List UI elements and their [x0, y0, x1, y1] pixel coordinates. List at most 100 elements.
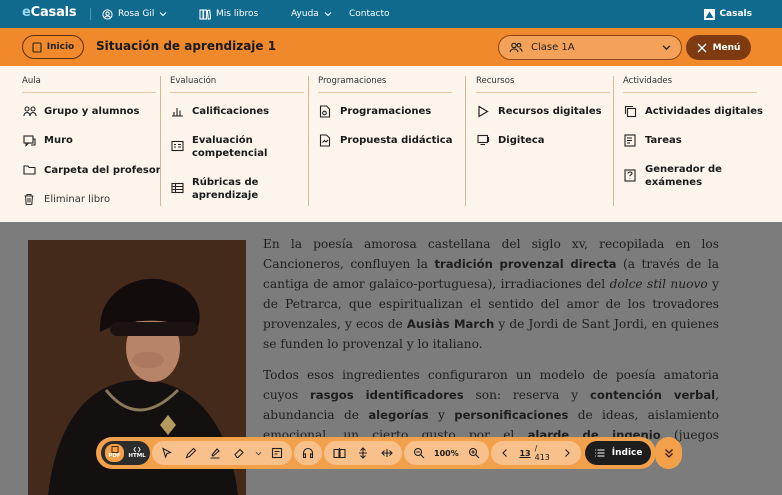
group-icon: [509, 42, 523, 53]
bar-chart-icon: [171, 105, 184, 118]
menu-item-evaluacion-competencial[interactable]: Evaluación competencial: [171, 134, 291, 160]
format-switch[interactable]: PDF HTML: [101, 441, 151, 465]
reader-toolbar: PDF HTML 100% 13 / 413 Índice: [96, 437, 656, 469]
paragraph-1: En la poesía amorosa castellana del sigl…: [263, 237, 720, 351]
menu-item-calificaciones[interactable]: Calificaciones: [171, 105, 269, 118]
menu-col-evaluacion: Evaluación: [170, 76, 304, 93]
pdf-format-button[interactable]: PDF: [105, 444, 124, 462]
menu-item-rubricas[interactable]: Rúbricas de aprendizaje: [171, 176, 291, 202]
evaluation-card-icon: [171, 140, 184, 153]
user-icon: [102, 8, 113, 20]
bold-term: personificaciones: [454, 408, 569, 422]
double-chevron-down-icon: [664, 447, 674, 459]
audio-tool: [294, 441, 323, 465]
fit-width-icon[interactable]: [378, 444, 396, 462]
menu-col-recursos: Recursos: [476, 76, 610, 93]
column-divider: [308, 76, 309, 206]
total-pages: / 413: [534, 444, 550, 462]
chevron-down-icon: [662, 43, 671, 52]
casals-logo-icon: [704, 8, 716, 20]
menu-item-muro[interactable]: Muro: [23, 134, 73, 147]
people-icon: [23, 105, 37, 118]
trash-icon: [23, 193, 36, 206]
menu-item-actividades-digitales[interactable]: Actividades digitales: [624, 105, 763, 118]
menu-button[interactable]: Menú: [686, 35, 751, 60]
menu-heading-aula: Aula: [22, 76, 156, 93]
annotation-tools: [152, 441, 293, 465]
zoom-tools: 100%: [404, 441, 489, 465]
user-menu[interactable]: Rosa Gil: [102, 0, 167, 28]
inicio-button[interactable]: Inicio: [22, 35, 84, 59]
task-list-icon: [624, 134, 637, 147]
exam-icon: [624, 169, 637, 182]
column-divider: [613, 76, 614, 206]
page-navigation: 13 / 413: [490, 441, 582, 465]
bold-term: tradición provenzal directa: [434, 257, 617, 271]
user-name: Rosa Gil: [118, 9, 155, 19]
eraser-icon[interactable]: [230, 444, 248, 462]
books-icon: [199, 8, 211, 20]
html-format-button[interactable]: HTML: [128, 446, 146, 460]
column-divider: [465, 76, 466, 206]
ecasals-logo[interactable]: eCasals: [22, 5, 77, 20]
folder-icon: [23, 164, 36, 177]
bold-term: alegorías: [368, 408, 429, 422]
current-page-input[interactable]: 13: [519, 449, 530, 458]
contacto-link[interactable]: Contacto: [349, 0, 390, 28]
chevron-down-icon[interactable]: [254, 444, 262, 462]
ayuda-menu[interactable]: Ayuda: [291, 0, 332, 28]
menu-item-tareas[interactable]: Tareas: [624, 134, 682, 147]
document-icon: [319, 134, 332, 147]
menu-col-actividades: Actividades: [623, 76, 757, 93]
menu-item-carpeta-profesor[interactable]: Carpeta del profesor: [23, 164, 161, 177]
casals-brand[interactable]: Casals: [704, 0, 752, 28]
menu-item-eliminar-libro[interactable]: Eliminar libro: [23, 193, 110, 206]
fit-height-icon[interactable]: [354, 444, 372, 462]
column-divider: [160, 76, 161, 206]
monitor-icon: [477, 134, 490, 147]
view-tools: [324, 441, 403, 465]
chevron-left-icon[interactable]: [497, 444, 514, 462]
topbar-divider: [90, 8, 91, 20]
menu-heading-actividades: Actividades: [623, 76, 757, 93]
menu-item-generador-examenes[interactable]: Generador de exámenes: [624, 163, 744, 189]
zoom-level: 100%: [434, 448, 459, 458]
mis-libros-link[interactable]: Mis libros: [199, 0, 258, 28]
italic-term: dolce stil nuovo: [609, 277, 708, 291]
menu-panel: Aula Grupo y alumnos Muro Carpeta del pr…: [0, 66, 782, 222]
chevron-down-icon: [324, 10, 332, 18]
pencil-icon[interactable]: [182, 444, 200, 462]
copy-icon: [624, 105, 637, 118]
cursor-icon[interactable]: [158, 444, 176, 462]
highlighter-icon[interactable]: [206, 444, 224, 462]
top-bar: eCasals Rosa Gil Mis libros Ayuda Contac…: [0, 0, 782, 28]
chat-icon: [23, 134, 36, 147]
indice-button[interactable]: Índice: [585, 441, 651, 465]
page-indicator: 13 / 413: [519, 444, 552, 462]
note-icon[interactable]: [268, 444, 286, 462]
headphones-icon[interactable]: [299, 444, 317, 462]
menu-heading-programaciones: Programaciones: [318, 76, 452, 93]
book-header: Inicio Situación de aprendizaje 1 Clase …: [0, 28, 782, 66]
page-title: Situación de aprendizaje 1: [96, 39, 277, 53]
menu-item-digiteca[interactable]: Digiteca: [477, 134, 545, 147]
bold-term: Ausiàs March: [406, 317, 495, 331]
zoom-in-icon[interactable]: [465, 444, 483, 462]
list-icon: [594, 448, 605, 458]
bold-term: rasgos identificadores: [310, 388, 464, 402]
menu-heading-recursos: Recursos: [476, 76, 610, 93]
menu-item-propuesta-didactica[interactable]: Propuesta didáctica: [319, 134, 452, 147]
zoom-out-icon[interactable]: [410, 444, 428, 462]
chevron-right-icon[interactable]: [559, 444, 576, 462]
menu-item-grupo-alumnos[interactable]: Grupo y alumnos: [23, 105, 139, 118]
double-page-icon[interactable]: [330, 444, 348, 462]
table-icon: [171, 182, 184, 195]
menu-col-aula: Aula: [22, 76, 156, 93]
book-icon: [32, 41, 42, 53]
clase-select[interactable]: Clase 1A: [498, 35, 682, 60]
toolbar-collapse-button[interactable]: [655, 437, 682, 469]
bold-term: contención verbal: [590, 388, 716, 402]
menu-item-programaciones[interactable]: Programaciones: [319, 105, 431, 118]
menu-item-recursos-digitales[interactable]: Recursos digitales: [477, 105, 602, 118]
play-icon: [477, 105, 490, 118]
